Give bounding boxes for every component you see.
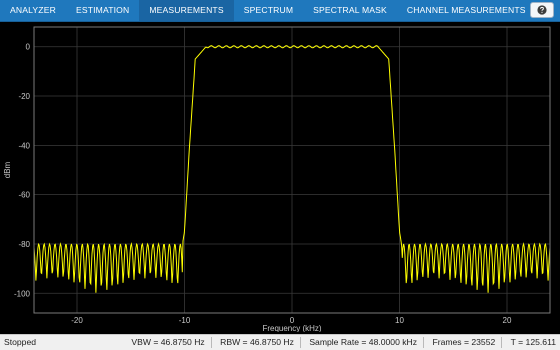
tab-spectral-mask[interactable]: SPECTRAL MASK [303,0,397,21]
question-mark-icon [537,5,547,15]
y-tick-label: 0 [26,43,31,52]
spectrum-chart[interactable]: -20 -10 0 10 200-20-40-60-80-100 Frequency (… [0,22,560,332]
status-state: Stopped [4,337,37,347]
y-tick-label: -80 [18,240,30,249]
y-tick-label: -40 [18,141,30,150]
vbw-readout: VBW = 46.8750 Hz [131,337,205,347]
x-axis-label: Frequency (kHz) [262,324,321,332]
tab-analyzer[interactable]: ANALYZER [0,0,66,21]
x-tick-label: -10 [179,316,191,325]
tab-channel-measurements[interactable]: CHANNEL MEASUREMENTS [397,0,536,21]
x-tick-label: 20 [503,316,512,325]
status-readouts: VBW = 46.8750 Hz RBW = 46.8750 Hz Sample… [125,337,556,349]
y-tick-label: -100 [14,289,31,298]
x-tick-label: 10 [395,316,404,325]
y-axis-label: dBm [3,161,12,178]
tab-measurements[interactable]: MEASUREMENTS [139,0,234,21]
help-button[interactable] [530,2,554,18]
tab-spectrum[interactable]: SPECTRUM [234,0,303,21]
x-tick-label: -20 [71,316,83,325]
toolstrip: ANALYZER ESTIMATION MEASUREMENTS SPECTRU… [0,0,560,22]
tab-estimation[interactable]: ESTIMATION [66,0,139,21]
y-tick-label: -20 [18,92,30,101]
tab-bar: ANALYZER ESTIMATION MEASUREMENTS SPECTRU… [0,0,536,21]
frames-readout: Frames = 23552 [432,337,496,347]
sample-rate-readout: Sample Rate = 48.0000 kHz [309,337,418,347]
spectrum-plot-area[interactable]: -20 -10 0 10 20 0 -20 -40 -60 -80 -100 Frequency (… [0,22,560,332]
y-tick-label: -60 [18,191,30,200]
rbw-readout: RBW = 46.8750 Hz [220,337,294,347]
status-bar: Stopped VBW = 46.8750 Hz RBW = 46.8750 H… [0,334,560,350]
time-readout: T = 125.611 [510,337,556,347]
